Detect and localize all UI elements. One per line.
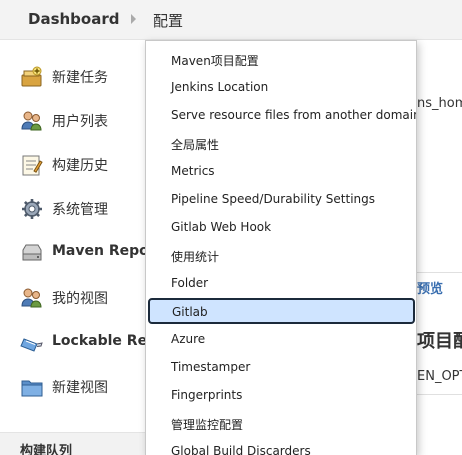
dropdown-item-label: Metrics [171,164,215,178]
dropdown-item-label: Serve resource files from another domain [171,108,417,122]
section-heading: 项目配 [417,331,462,352]
env-var-text: EN_OPT [417,369,462,384]
top-breadcrumb-bar: Dashboard 配置 [0,0,462,40]
dropdown-item-usage-statistics[interactable]: 使用统计 [147,241,415,269]
sidebar-item-label: 新建视图 [52,380,108,396]
dropdown-item-pipeline-speed[interactable]: Pipeline Speed/Durability Settings [147,185,415,213]
dropdown-item-timestamper[interactable]: Timestamper [147,353,415,381]
build-history-icon [22,155,43,176]
sidebar-item-label: 用户列表 [52,114,108,130]
lockable-resources-icon [20,338,43,352]
sidebar-item-build-history[interactable]: 构建历史 [0,147,150,187]
breadcrumb-dashboard-link[interactable]: Dashboard [28,10,119,28]
sidebar: 新建任务 用户列表 构建历史 系统管理 Maven Repo 我的视图 Lock… [0,41,150,455]
dropdown-item-label: 全局属性 [171,138,220,152]
dropdown-item-gitlab-web-hook[interactable]: Gitlab Web Hook [147,213,415,241]
gear-icon [22,199,42,219]
env-text: ns_hom [417,96,462,111]
dropdown-item-global-properties[interactable]: 全局属性 [147,129,415,157]
dropdown-item-serve-resource-files[interactable]: Serve resource files from another domain [147,101,417,129]
build-queue-label: 构建队列 [20,444,73,455]
sidebar-item-label: Maven Repositories [52,243,150,259]
dropdown-item-label: Folder [171,276,209,290]
maven-repo-icon [22,244,42,261]
dropdown-item-label: Timestamper [171,360,251,374]
dropdown-item-label: 使用统计 [171,250,220,264]
dropdown-item-azure[interactable]: Azure [147,325,415,353]
sidebar-item-label: 构建历史 [52,158,108,174]
dropdown-item-label: 管理监控配置 [171,418,244,432]
sidebar-item-my-views[interactable]: 我的视图 [0,280,150,320]
sidebar-item-label: 新建任务 [52,70,108,86]
breadcrumb-current[interactable]: 配置 [153,10,183,31]
build-queue-header[interactable]: 构建队列 [0,432,150,455]
sidebar-item-manage[interactable]: 系统管理 [0,191,150,231]
dropdown-item-label: Jenkins Location [171,80,269,94]
dropdown-item-maven-config[interactable]: Maven项目配置 [147,45,415,73]
sidebar-item-new-view[interactable]: 新建视图 [0,369,150,409]
divider [417,272,462,273]
dropdown-item-label: Maven项目配置 [171,54,259,68]
preview-link[interactable]: 预览 [417,278,443,297]
sidebar-item-new-job[interactable]: 新建任务 [0,59,150,99]
dropdown-item-label: Gitlab Web Hook [171,220,272,234]
sidebar-item-label: 我的视图 [52,291,108,307]
sidebar-item-users[interactable]: 用户列表 [0,103,150,143]
dropdown-item-label: Gitlab [172,305,208,319]
dropdown-item-monitor-config[interactable]: 管理监控配置 [147,409,415,437]
new-job-icon [21,66,42,87]
divider [417,394,462,395]
my-views-icon [21,288,42,308]
dropdown-item-label: Azure [171,332,206,346]
sidebar-item-label: Lockable Resources [52,333,150,349]
users-icon [21,111,42,131]
dropdown-item-folder[interactable]: Folder [147,269,415,297]
config-section-dropdown: Maven项目配置 Jenkins Location Serve resourc… [145,40,417,455]
breadcrumb-separator-icon [131,14,136,24]
dropdown-item-label: Global Build Discarders [171,444,311,455]
dropdown-item-gitlab[interactable]: Gitlab [148,298,415,324]
sidebar-item-label: 系统管理 [52,202,108,218]
folder-icon [21,380,43,397]
dropdown-item-label: Fingerprints [171,388,243,402]
dropdown-item-jenkins-location[interactable]: Jenkins Location [147,73,415,101]
dropdown-item-metrics[interactable]: Metrics [147,157,415,185]
dropdown-item-fingerprints[interactable]: Fingerprints [147,381,415,409]
sidebar-item-lockable-resources[interactable]: Lockable Resources [0,325,150,365]
dropdown-item-label: Pipeline Speed/Durability Settings [171,192,376,206]
sidebar-item-maven-repositories[interactable]: Maven Repositories [0,235,150,275]
dropdown-item-global-build-discarders[interactable]: Global Build Discarders [147,437,415,455]
